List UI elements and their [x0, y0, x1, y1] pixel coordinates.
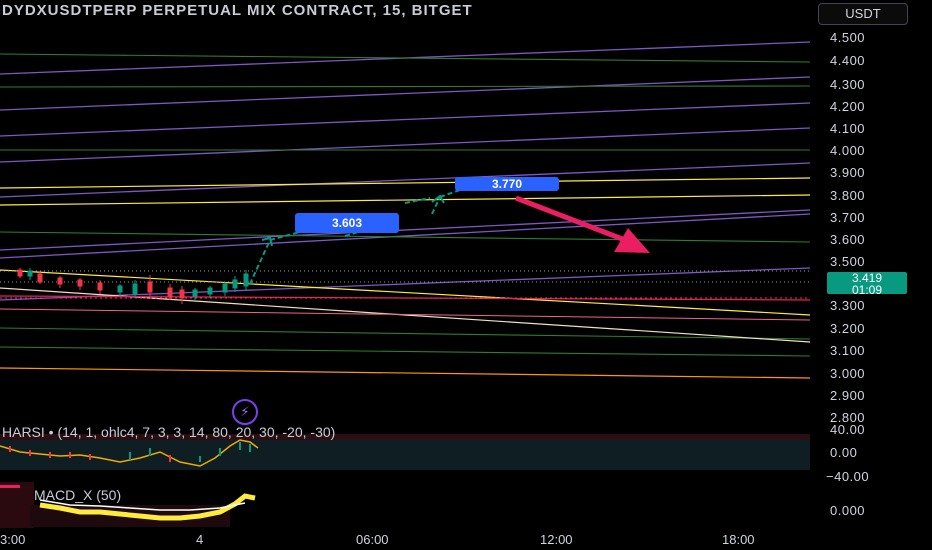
- bar-countdown: 01:09: [851, 283, 883, 297]
- chart-canvas[interactable]: [0, 0, 932, 550]
- current-price-badge: 3.419 01:09: [827, 272, 907, 297]
- harsi-tick: 0.00: [830, 445, 858, 460]
- price-tick: 3.000: [830, 366, 866, 381]
- time-tick: 12:00: [540, 532, 573, 547]
- price-tick: 4.500: [830, 30, 866, 45]
- price-callout-second[interactable]: 3.770: [455, 177, 559, 191]
- price-tick: 3.100: [830, 343, 866, 358]
- time-tick: 3:00: [0, 532, 26, 547]
- price-tick: 3.900: [830, 165, 866, 180]
- time-tick: 18:00: [722, 532, 755, 547]
- yellow-trend-lines: [0, 177, 811, 316]
- price-tick: 3.300: [830, 298, 866, 313]
- down-arrow-icon: [515, 195, 650, 253]
- time-tick: 06:00: [356, 532, 389, 547]
- lightning-bolt-icon[interactable]: ⚡: [232, 399, 258, 425]
- harsi-tick: −40.00: [826, 469, 870, 484]
- price-tick: 2.900: [830, 388, 866, 403]
- price-tick: 3.800: [830, 188, 866, 203]
- price-tick: 3.700: [830, 210, 866, 225]
- macd-indicator-title[interactable]: MACD_X (50): [34, 487, 121, 503]
- price-tick: 4.100: [830, 121, 866, 136]
- price-tick: 4.200: [830, 99, 866, 114]
- macd-tick: 0.000: [830, 503, 866, 518]
- price-tick: 4.300: [830, 77, 866, 92]
- price-tick: 3.500: [830, 254, 866, 269]
- price-tick: 3.600: [830, 232, 866, 247]
- harsi-tick: 40.00: [830, 422, 866, 437]
- purple-trend-lines: [0, 41, 811, 301]
- price-tick: 4.400: [830, 53, 866, 68]
- price-tick: 3.200: [830, 321, 866, 336]
- harsi-indicator-title[interactable]: HARSI • (14, 1, ohlc4, 7, 3, 3, 14, 80, …: [2, 424, 335, 440]
- price-callout-first[interactable]: 3.603: [295, 213, 399, 233]
- price-tick: 4.000: [830, 143, 866, 158]
- time-tick: 4: [196, 532, 204, 547]
